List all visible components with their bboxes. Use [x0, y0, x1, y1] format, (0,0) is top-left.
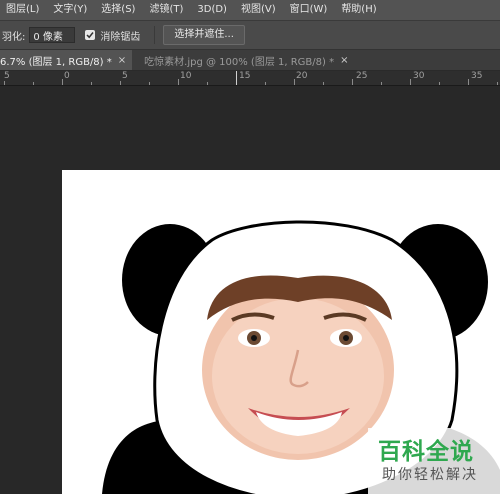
watermark: 百科全说 助你轻松解决	[368, 428, 500, 494]
close-icon[interactable]: ×	[118, 55, 126, 66]
tab-label: 吃惊素材.jpg @ 100% (图层 1, RGB/8) *	[144, 56, 335, 68]
menu-view[interactable]: 视图(V)	[234, 0, 283, 20]
ruler-label: 20	[296, 71, 308, 81]
menu-window[interactable]: 窗口(W)	[283, 0, 335, 20]
ruler-label: 5	[122, 71, 128, 81]
menu-select[interactable]: 选择(S)	[94, 0, 142, 20]
tab-document-2[interactable]: 吃惊素材.jpg @ 100% (图层 1, RGB/8) * ×	[132, 50, 354, 70]
ruler-label: 10	[180, 71, 192, 81]
ruler-label: 30	[413, 71, 425, 81]
feather-input[interactable]	[29, 27, 76, 43]
watermark-logo: 百科全说	[378, 439, 474, 465]
tab-label: 6.7% (图层 1, RGB/8) *	[0, 56, 112, 68]
check-icon	[86, 32, 94, 39]
menu-filter[interactable]: 滤镜(T)	[142, 0, 190, 20]
watermark-subtitle: 助你轻松解决	[382, 467, 478, 483]
menu-3d[interactable]: 3D(D)	[190, 0, 234, 20]
document-tab-bar: 6.7% (图层 1, RGB/8) * × 吃惊素材.jpg @ 100% (…	[0, 50, 500, 71]
ruler-label: 0	[64, 71, 70, 81]
menu-layer[interactable]: 图层(L)	[0, 0, 46, 20]
antialias-checkbox[interactable]	[85, 30, 96, 40]
ruler-label: 15	[239, 71, 251, 81]
ruler-label: 5	[4, 71, 10, 81]
menu-help[interactable]: 帮助(H)	[334, 0, 383, 20]
options-bar: 羽化: 消除锯齿 选择并遮住...	[0, 21, 500, 50]
menu-type[interactable]: 文字(Y)	[46, 0, 94, 20]
feather-label: 羽化:	[2, 31, 26, 43]
horizontal-ruler[interactable]: 5 0 5 10 15 20 25 30 35	[0, 71, 500, 86]
menu-bar: 图层(L) 文字(Y) 选择(S) 滤镜(T) 3D(D) 视图(V) 窗口(W…	[0, 0, 500, 21]
tab-document-1[interactable]: 6.7% (图层 1, RGB/8) * ×	[0, 50, 133, 70]
options-divider	[154, 26, 156, 44]
close-icon[interactable]: ×	[340, 55, 348, 66]
select-and-mask-button[interactable]: 选择并遮住...	[163, 25, 245, 45]
ruler-label: 25	[356, 71, 368, 81]
antialias-label: 消除锯齿	[100, 31, 141, 43]
ruler-label: 35	[471, 71, 483, 81]
